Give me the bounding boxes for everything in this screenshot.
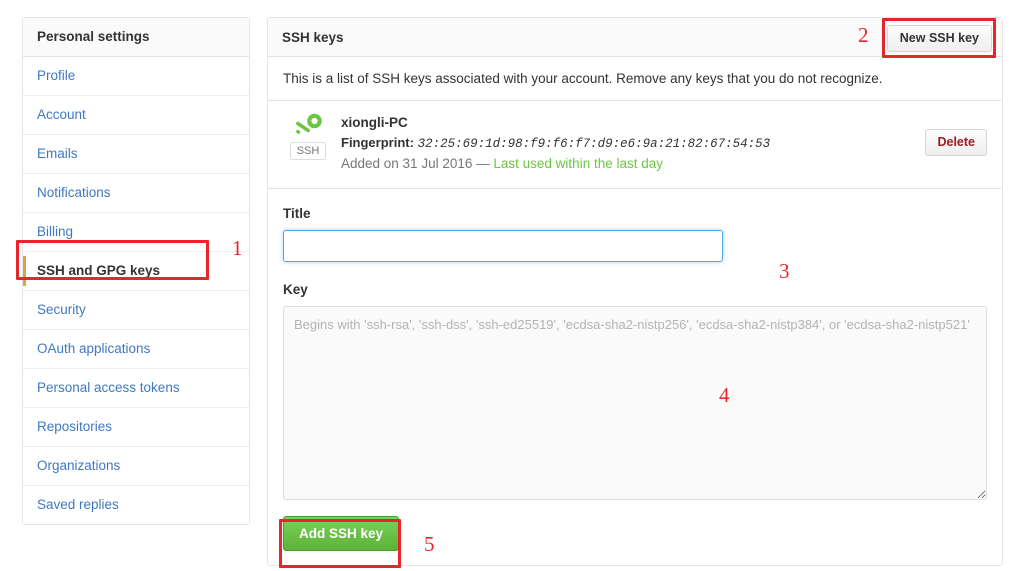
new-ssh-key-button[interactable]: New SSH key bbox=[887, 25, 992, 52]
sidebar-item-emails[interactable]: Emails bbox=[23, 135, 249, 174]
sidebar-item-label: Repositories bbox=[37, 419, 112, 434]
ssh-keys-panel: SSH keys New SSH key This is a list of S… bbox=[267, 17, 1003, 566]
key-icon bbox=[293, 113, 323, 139]
sidebar-item-label: Notifications bbox=[37, 185, 111, 200]
annotation-number-2: 2 bbox=[858, 25, 869, 46]
add-ssh-key-button[interactable]: Add SSH key bbox=[283, 516, 399, 551]
annotation-number-3: 3 bbox=[779, 261, 790, 282]
key-added-date: Added on 31 Jul 2016 — bbox=[341, 156, 490, 171]
ssh-key-list-item: SSH xiongli-PC Fingerprint: 32:25:69:1d:… bbox=[268, 101, 1002, 189]
key-icon-group: SSH bbox=[286, 113, 330, 160]
sidebar-item-label: SSH and GPG keys bbox=[37, 263, 160, 278]
page-title: SSH keys bbox=[282, 30, 344, 45]
annotation-number-4: 4 bbox=[719, 385, 730, 406]
sidebar-item-profile[interactable]: Profile bbox=[23, 57, 249, 96]
panel-description: This is a list of SSH keys associated wi… bbox=[268, 57, 1002, 101]
sidebar-item-label: Billing bbox=[37, 224, 73, 239]
sidebar-item-label: Organizations bbox=[37, 458, 120, 473]
sidebar-item-account[interactable]: Account bbox=[23, 96, 249, 135]
key-details: xiongli-PC Fingerprint: 32:25:69:1d:98:f… bbox=[341, 113, 877, 174]
delete-key-button[interactable]: Delete bbox=[925, 129, 987, 156]
key-added-meta: Added on 31 Jul 2016 — Last used within … bbox=[341, 154, 877, 174]
sidebar-item-label: Profile bbox=[37, 68, 75, 83]
sidebar-item-security[interactable]: Security bbox=[23, 291, 249, 330]
sidebar-item-ssh-and-gpg-keys[interactable]: SSH and GPG keys bbox=[23, 252, 249, 291]
sidebar-item-label: Personal access tokens bbox=[37, 380, 180, 395]
sidebar-header: Personal settings bbox=[23, 18, 249, 57]
annotation-number-1: 1 bbox=[232, 238, 243, 259]
sidebar-item-label: Security bbox=[37, 302, 86, 317]
annotation-number-5: 5 bbox=[424, 534, 435, 555]
sidebar-item-organizations[interactable]: Organizations bbox=[23, 447, 249, 486]
sidebar-item-label: OAuth applications bbox=[37, 341, 150, 356]
new-ssh-key-form: Title Key Add SSH key bbox=[268, 189, 1002, 565]
key-field-label: Key bbox=[283, 281, 987, 299]
personal-settings-sidebar: Personal settings Profile Account Emails… bbox=[22, 17, 250, 525]
key-textarea[interactable] bbox=[283, 306, 987, 500]
title-input[interactable] bbox=[283, 230, 723, 262]
sidebar-item-personal-access-tokens[interactable]: Personal access tokens bbox=[23, 369, 249, 408]
sidebar-item-oauth-applications[interactable]: OAuth applications bbox=[23, 330, 249, 369]
sidebar-item-label: Account bbox=[37, 107, 86, 122]
fingerprint-value: 32:25:69:1d:98:f9:f6:f7:d9:e6:9a:21:82:6… bbox=[418, 137, 771, 151]
sidebar-item-notifications[interactable]: Notifications bbox=[23, 174, 249, 213]
panel-header: SSH keys New SSH key bbox=[268, 18, 1002, 57]
key-last-used: Last used within the last day bbox=[493, 156, 663, 171]
sidebar-item-saved-replies[interactable]: Saved replies bbox=[23, 486, 249, 524]
sidebar-item-label: Saved replies bbox=[37, 497, 119, 512]
key-type-badge: SSH bbox=[290, 142, 327, 160]
key-fingerprint: Fingerprint: 32:25:69:1d:98:f9:f6:f7:d9:… bbox=[341, 133, 877, 154]
sidebar-item-label: Emails bbox=[37, 146, 78, 161]
title-field-label: Title bbox=[283, 205, 987, 223]
fingerprint-label: Fingerprint: bbox=[341, 135, 414, 150]
sidebar-item-billing[interactable]: Billing bbox=[23, 213, 249, 252]
key-name: xiongli-PC bbox=[341, 113, 877, 133]
sidebar-item-repositories[interactable]: Repositories bbox=[23, 408, 249, 447]
